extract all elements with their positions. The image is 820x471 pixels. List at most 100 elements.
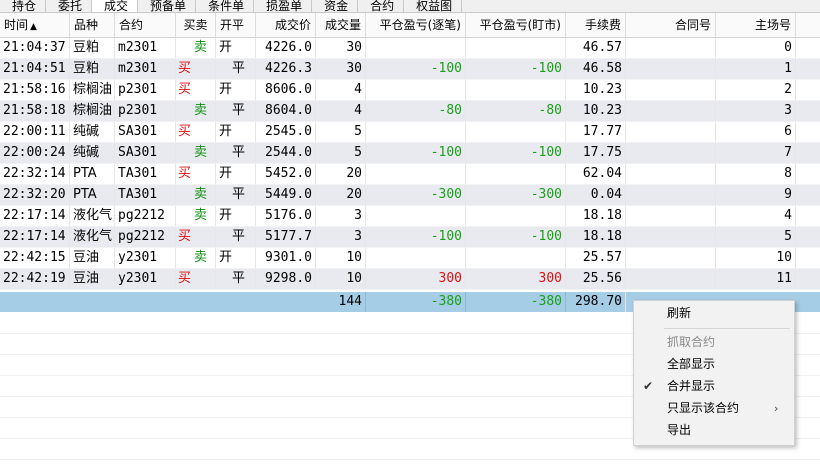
cell-volume: 5 <box>316 122 366 142</box>
table-row[interactable]: 22:17:14 液化气 pg2212 卖开 5176.0 3 18.18 4 <box>0 206 820 227</box>
cell-price: 5449.0 <box>256 185 316 205</box>
cell-main-no: 2 <box>716 80 796 100</box>
cell-price: 8604.0 <box>256 101 316 121</box>
table-row[interactable]: 21:58:16 棕榈油 p2301 买开 8606.0 4 10.23 2 <box>0 80 820 101</box>
table-row[interactable]: 22:32:14 PTA TA301 买开 5452.0 20 62.04 8 <box>0 164 820 185</box>
cell-fee: 46.58 <box>566 59 626 79</box>
column-header-product[interactable]: 品种 <box>70 13 115 38</box>
cell-main-no: 3 <box>716 101 796 121</box>
cell-price: 2544.0 <box>256 143 316 163</box>
cell-pnl2 <box>466 122 566 142</box>
cell-fee: 62.04 <box>566 164 626 184</box>
column-header-contract[interactable]: 合约 <box>115 13 176 38</box>
cell-fee: 10.23 <box>566 101 626 121</box>
cell-contract: p2301 <box>115 101 176 121</box>
table-row[interactable]: 21:58:18 棕榈油 p2301 卖平 8604.0 4 -80 -80 10.23 3 <box>0 101 820 122</box>
cell-fee: 25.57 <box>566 248 626 268</box>
table-row[interactable]: 21:04:37 豆粕 m2301 卖开 4226.0 30 46.57 0 <box>0 38 820 59</box>
column-header-main-no[interactable]: 主场号 <box>716 13 796 38</box>
tab-8[interactable]: 权益图 <box>404 0 463 12</box>
tab-1[interactable]: 委托 <box>46 0 93 12</box>
column-header-pnl-per-trade[interactable]: 平仓盈亏(逐笔) <box>366 13 466 38</box>
cell-main-no: 10 <box>716 248 796 268</box>
cell-pnl2: -80 <box>466 101 566 121</box>
summary-pnl-mark: -380 <box>466 292 566 312</box>
table-row[interactable]: 22:00:11 纯碱 SA301 买开 2545.0 5 17.77 6 <box>0 122 820 143</box>
column-header-open-close[interactable]: 开平 <box>216 13 256 38</box>
cell-pnl2: 300 <box>466 269 566 289</box>
column-header-volume[interactable]: 成交量 <box>316 13 366 38</box>
cell-volume: 4 <box>316 101 366 121</box>
cell-dir: 买 <box>176 59 216 79</box>
tab-4[interactable]: 条件单 <box>196 0 255 12</box>
column-header-pnl-mark[interactable]: 平仓盈亏(盯市) <box>466 13 566 38</box>
column-header-contract-no[interactable]: 合同号 <box>626 13 716 38</box>
cell-contract: m2301 <box>115 38 176 58</box>
cell-pnl2 <box>466 80 566 100</box>
cell-volume: 4 <box>316 80 366 100</box>
cell-pnl1: -100 <box>366 227 466 247</box>
cell-contract: y2301 <box>115 269 176 289</box>
column-header-time[interactable]: 时间 ▲ <box>0 13 70 38</box>
table-row[interactable]: 21:04:51 豆粕 m2301 买平 4226.3 30 -100 -100 46.58 1 <box>0 59 820 80</box>
menu-item-show-all[interactable]: 全部显示 <box>634 354 794 375</box>
cell-product: 豆粕 <box>70 38 115 58</box>
cell-pnl1 <box>366 206 466 226</box>
cell-time: 22:00:24 <box>0 143 70 163</box>
cell-oc: 平 <box>216 101 256 121</box>
cell-time: 21:58:18 <box>0 101 70 121</box>
cell-main-no: 1 <box>716 59 796 79</box>
cell-contract: SA301 <box>115 122 176 142</box>
tab-bar: 持仓 委托 成交 预备单 条件单 损盈单 资金 合约 权益图 <box>0 0 820 13</box>
menu-item-refresh[interactable]: 刷新 <box>634 303 794 324</box>
table-row[interactable]: 22:32:20 PTA TA301 卖平 5449.0 20 -300 -300 0.04 9 <box>0 185 820 206</box>
table-row[interactable]: 22:42:19 豆油 y2301 买平 9298.0 10 300 300 25.56 11 <box>0 269 820 290</box>
cell-contract-no <box>626 38 716 58</box>
menu-item-export[interactable]: 导出 <box>634 420 794 441</box>
cell-fee: 17.77 <box>566 122 626 142</box>
tab-7[interactable]: 合约 <box>358 0 405 12</box>
cell-volume: 30 <box>316 59 366 79</box>
table-header: 时间 ▲ 品种 合约 买卖 开平 成交价 成交量 平仓盈亏(逐笔) 平仓盈亏(盯市… <box>0 13 820 38</box>
cell-contract: pg2212 <box>115 206 176 226</box>
cell-oc: 开 <box>216 206 256 226</box>
cell-main-no: 0 <box>716 38 796 58</box>
cell-fee: 25.56 <box>566 269 626 289</box>
cell-pnl1 <box>366 164 466 184</box>
chevron-right-icon: › <box>774 402 779 415</box>
cell-oc: 平 <box>216 143 256 163</box>
cell-time: 22:17:14 <box>0 206 70 226</box>
cell-pnl2 <box>466 206 566 226</box>
cell-price: 9298.0 <box>256 269 316 289</box>
menu-item-merge-display[interactable]: ✔ 合并显示 <box>634 376 794 397</box>
tab-6[interactable]: 资金 <box>312 0 359 12</box>
column-header-fee[interactable]: 手续费 <box>566 13 626 38</box>
table-row[interactable]: 22:00:24 纯碱 SA301 卖平 2544.0 5 -100 -100 17.75 7 <box>0 143 820 164</box>
cell-contract-no <box>626 143 716 163</box>
table-row[interactable]: 22:17:14 液化气 pg2212 买平 5177.7 3 -100 -100 18.18 5 <box>0 227 820 248</box>
cell-time: 21:04:37 <box>0 38 70 58</box>
tab-3[interactable]: 预备单 <box>138 0 197 12</box>
cell-contract-no <box>626 206 716 226</box>
tab-2[interactable]: 成交 <box>92 0 139 12</box>
menu-item-only-this-contract[interactable]: 只显示该合约 › <box>634 398 794 419</box>
column-header-direction[interactable]: 买卖 <box>176 13 216 38</box>
table-row[interactable]: 22:42:15 豆油 y2301 卖开 9301.0 10 25.57 10 <box>0 248 820 269</box>
cell-main-no: 6 <box>716 122 796 142</box>
cell-time: 22:17:14 <box>0 227 70 247</box>
cell-volume: 30 <box>316 38 366 58</box>
cell-product: 棕榈油 <box>70 101 115 121</box>
cell-main-no: 9 <box>716 185 796 205</box>
cell-contract: m2301 <box>115 59 176 79</box>
cell-pnl1: -80 <box>366 101 466 121</box>
cell-price: 8606.0 <box>256 80 316 100</box>
cell-product: 纯碱 <box>70 143 115 163</box>
column-header-price[interactable]: 成交价 <box>256 13 316 38</box>
cell-fee: 18.18 <box>566 206 626 226</box>
tab-5[interactable]: 损盈单 <box>254 0 313 12</box>
cell-product: PTA <box>70 164 115 184</box>
cell-volume: 10 <box>316 248 366 268</box>
tab-0[interactable]: 持仓 <box>0 0 47 12</box>
cell-time: 22:32:14 <box>0 164 70 184</box>
menu-separator <box>664 328 790 329</box>
